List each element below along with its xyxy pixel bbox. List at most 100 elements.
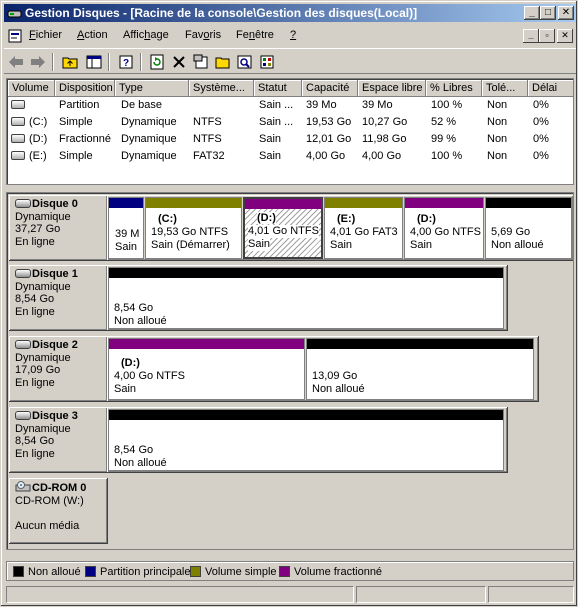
cell-percent-free: 100 % xyxy=(431,150,463,162)
partition-disk3-unallocated[interactable]: 8,54 Go Non alloué xyxy=(108,409,504,471)
column-header-disposition[interactable]: Disposition xyxy=(55,80,115,97)
partition-disk2-d[interactable]: (D:) 4,00 Go NTFS Sain xyxy=(108,338,305,400)
partition-disk0-system[interactable]: 39 M Sain xyxy=(108,197,144,259)
partition-status: Non alloué xyxy=(491,239,544,251)
export-list-button[interactable] xyxy=(257,52,277,72)
show-tree-button[interactable] xyxy=(84,52,104,72)
close-button[interactable]: ✕ xyxy=(558,6,574,20)
toolbar: ? xyxy=(4,48,576,74)
cell-capacity: 19,53 Go xyxy=(306,116,352,128)
cell-status: Sain ... xyxy=(259,116,294,128)
partition-disk0-d2[interactable]: (D:) 4,00 Go NTFS Sain xyxy=(404,197,484,259)
cell-filesystem: FAT32 xyxy=(193,150,225,162)
partition-disk0-unallocated[interactable]: 5,69 Go Non alloué xyxy=(485,197,572,259)
disk-size: 37,27 Go xyxy=(15,223,61,235)
close-icon: ✕ xyxy=(561,7,571,18)
partition-disk1-unallocated[interactable]: 8,54 Go Non alloué xyxy=(108,267,504,329)
cell-type: Dynamique xyxy=(121,150,177,162)
column-header-filesystem[interactable]: Système... xyxy=(189,80,254,97)
delete-button[interactable] xyxy=(169,52,189,72)
column-header-volume[interactable]: Volume xyxy=(8,80,55,97)
disk-size: 17,09 Go xyxy=(15,364,61,376)
legend-swatch xyxy=(13,566,24,577)
menu-action-rest: ction xyxy=(84,29,108,41)
minimize-button[interactable]: _ xyxy=(524,6,540,20)
menu-fichier[interactable]: Fichier xyxy=(29,29,62,41)
cell-capacity: 4,00 Go xyxy=(306,150,346,162)
partition-status: Non alloué xyxy=(312,383,365,395)
cell-type: Dynamique xyxy=(121,116,177,128)
cdrom-name: CD-ROM 0 xyxy=(32,482,87,494)
column-header-overhead[interactable]: Délai xyxy=(528,80,573,97)
cell-volume: (E:) xyxy=(29,150,47,162)
up-folder-icon xyxy=(62,57,78,69)
menu-favoris-pre: Fav xyxy=(185,29,204,41)
cell-disposition: Simple xyxy=(59,116,93,128)
maximize-button[interactable]: □ xyxy=(540,6,556,20)
partition-disk2-unallocated[interactable]: 13,09 Go Non alloué xyxy=(306,338,534,400)
cell-disposition: Simple xyxy=(59,150,93,162)
disk-2-label[interactable]: Disque 2 Dynamique 17,09 Go En ligne xyxy=(9,336,108,402)
disk-type: Dynamique xyxy=(15,422,71,435)
menu-fenetre[interactable]: Fenêtre xyxy=(236,29,274,41)
cell-percent-free: 52 % xyxy=(431,116,457,128)
legend-item-spanned-volume: Volume fractionné xyxy=(279,566,382,578)
search-button[interactable] xyxy=(235,52,255,72)
help-icon: ? xyxy=(119,55,133,69)
partition-disk0-d-selected[interactable]: (D:) 4,01 Go NTFS Sain xyxy=(243,197,323,259)
legend-swatch xyxy=(190,566,201,577)
help-button[interactable]: ? xyxy=(116,52,136,72)
partition-size: 4,01 Go NTFS xyxy=(248,225,319,238)
column-header-type[interactable]: Type xyxy=(115,80,189,97)
menu-help-key: ? xyxy=(290,29,297,41)
child-close-button[interactable]: ✕ xyxy=(557,29,573,43)
disk-name: Disque 0 xyxy=(32,198,78,210)
partition-size: 13,09 Go xyxy=(312,370,358,382)
partition-size: 5,69 Go xyxy=(491,226,531,238)
disk-3-layout: 8,54 Go Non alloué xyxy=(107,407,508,473)
status-pane-main xyxy=(6,586,354,603)
cell-filesystem: NTFS xyxy=(193,116,222,128)
disk-2-layout: (D:) 4,00 Go NTFS Sain 13,09 Go Non allo… xyxy=(107,336,539,402)
column-header-capacity[interactable]: Capacité xyxy=(302,80,358,97)
cell-free-space: 10,27 Go xyxy=(362,116,408,128)
disk-1-label[interactable]: Disque 1 Dynamique 8,54 Go En ligne xyxy=(9,265,108,331)
column-header-percent-free[interactable]: % Libres xyxy=(426,80,482,97)
forward-button[interactable] xyxy=(28,52,48,72)
menu-favoris[interactable]: Favoris xyxy=(185,29,221,41)
disk-3-label[interactable]: Disque 3 Dynamique 8,54 Go En ligne xyxy=(9,407,108,473)
cdrom-0-label[interactable]: CD-ROM 0 CD-ROM (W:) Aucun média xyxy=(9,478,108,544)
back-arrow-icon xyxy=(9,56,23,68)
toolbar-separator xyxy=(140,53,142,71)
cell-status: Sain ... xyxy=(259,99,294,111)
disk-0-label[interactable]: Disque 0 Dynamique 37,27 Go En ligne xyxy=(9,195,108,261)
menu-affichage[interactable]: Affichage xyxy=(123,29,169,41)
up-button[interactable] xyxy=(60,52,80,72)
properties-button[interactable] xyxy=(191,52,211,72)
column-header-status[interactable]: Statut xyxy=(254,80,302,97)
child-minimize-button[interactable]: _ xyxy=(523,29,539,43)
partition-disk0-c[interactable]: (C:) 19,53 Go NTFS Sain (Démarrer) xyxy=(145,197,242,259)
open-button[interactable] xyxy=(213,52,233,72)
partition-color-bar xyxy=(307,339,533,349)
refresh-button[interactable] xyxy=(147,52,167,72)
disk-graphical-view: Disque 0 Dynamique 37,27 Go En ligne 39 … xyxy=(6,192,574,550)
partition-size: 19,53 Go NTFS xyxy=(151,226,229,238)
partition-color-bar xyxy=(486,198,571,208)
title-bar[interactable]: Gestion Disques - [Racine de la console\… xyxy=(4,4,576,22)
child-restore-button[interactable]: ▫ xyxy=(539,29,555,43)
forward-arrow-icon xyxy=(31,56,45,68)
back-button[interactable] xyxy=(6,52,26,72)
partition-status: Sain xyxy=(248,238,271,251)
volume-list[interactable]: Volume Disposition Type Système... Statu… xyxy=(6,78,574,185)
column-header-fault-tolerance[interactable]: Tolé... xyxy=(482,80,528,97)
partition-disk0-e[interactable]: (E:) 4,01 Go FAT3 Sain xyxy=(324,197,403,259)
partition-color-bar xyxy=(245,199,321,209)
cdrom-icon xyxy=(15,481,31,492)
menu-help[interactable]: ? xyxy=(290,29,296,41)
menu-action[interactable]: Action xyxy=(77,29,108,41)
legend: Non alloué Partition principale Volume s… xyxy=(6,561,574,581)
column-header-free-space[interactable]: Espace libre xyxy=(358,80,426,97)
partition-size: 8,54 Go xyxy=(114,444,154,456)
partition-label: (C:) xyxy=(158,213,177,225)
